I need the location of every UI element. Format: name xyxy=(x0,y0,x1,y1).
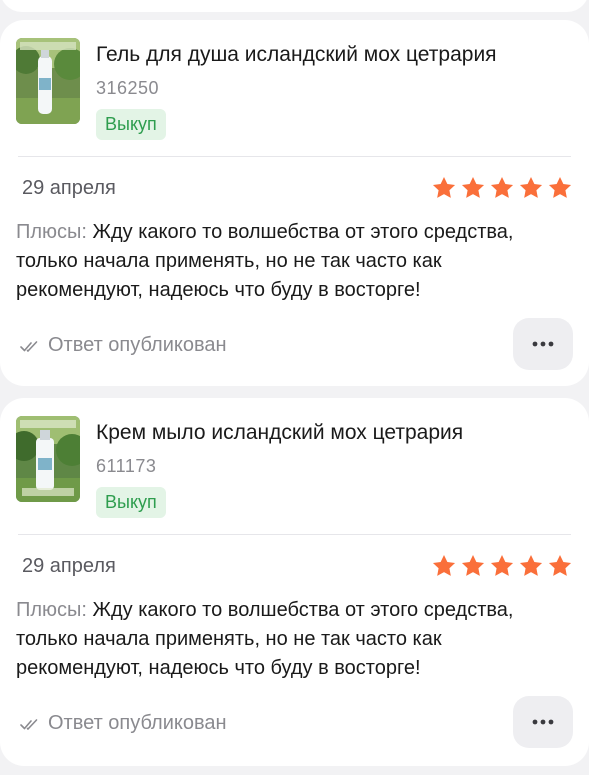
product-thumbnail[interactable] xyxy=(16,416,80,502)
star-icon xyxy=(490,176,514,198)
review-date: 29 апреля xyxy=(22,555,116,577)
star-icon xyxy=(548,176,572,198)
review-body: Жду какого то волшебства от этого средст… xyxy=(16,599,514,679)
product-row[interactable]: Крем мыло исландский мох цетрария 611173… xyxy=(16,416,573,526)
double-check-icon xyxy=(20,340,38,352)
product-code: 611173 xyxy=(96,456,157,476)
purchase-badge: Выкуп xyxy=(96,109,166,140)
review-text: Плюсы: Жду какого то волшебства от этого… xyxy=(16,596,573,683)
more-button[interactable] xyxy=(513,696,573,748)
review-text: Плюсы: Жду какого то волшебства от этого… xyxy=(16,218,573,305)
star-icon xyxy=(461,176,485,198)
review-card: Гель для душа исландский мох цетрария 31… xyxy=(0,20,589,386)
purchase-badge: Выкуп xyxy=(96,487,166,518)
product-title[interactable]: Крем мыло исландский мох цетрария xyxy=(96,420,463,446)
more-dots-icon xyxy=(532,719,554,725)
pros-label: Плюсы: xyxy=(16,599,87,621)
product-code: 316250 xyxy=(96,78,160,98)
review-card: Крем мыло исландский мох цетрария 611173… xyxy=(0,398,589,766)
product-title[interactable]: Гель для душа исландский мох цетрария xyxy=(96,42,497,68)
divider xyxy=(18,534,571,535)
product-thumbnail[interactable] xyxy=(16,38,80,124)
double-check-icon xyxy=(20,718,38,730)
answer-status: Ответ опубликован xyxy=(20,334,227,357)
review-body: Жду какого то волшебства от этого средст… xyxy=(16,221,514,301)
star-icon xyxy=(519,554,543,576)
answer-status-label: Ответ опубликован xyxy=(48,334,227,356)
previous-card-edge xyxy=(0,0,589,12)
pros-label: Плюсы: xyxy=(16,221,87,243)
review-date: 29 апреля xyxy=(22,177,116,199)
more-button[interactable] xyxy=(513,318,573,370)
divider xyxy=(18,156,571,157)
rating-stars xyxy=(431,553,573,579)
answer-status: Ответ опубликован xyxy=(20,712,227,735)
star-icon xyxy=(432,554,456,576)
star-icon xyxy=(490,554,514,576)
star-icon xyxy=(461,554,485,576)
star-icon xyxy=(432,176,456,198)
answer-status-label: Ответ опубликован xyxy=(48,712,227,734)
star-icon xyxy=(519,176,543,198)
star-icon xyxy=(548,554,572,576)
more-dots-icon xyxy=(532,341,554,347)
product-row[interactable]: Гель для душа исландский мох цетрария 31… xyxy=(16,38,573,148)
rating-stars xyxy=(431,175,573,201)
